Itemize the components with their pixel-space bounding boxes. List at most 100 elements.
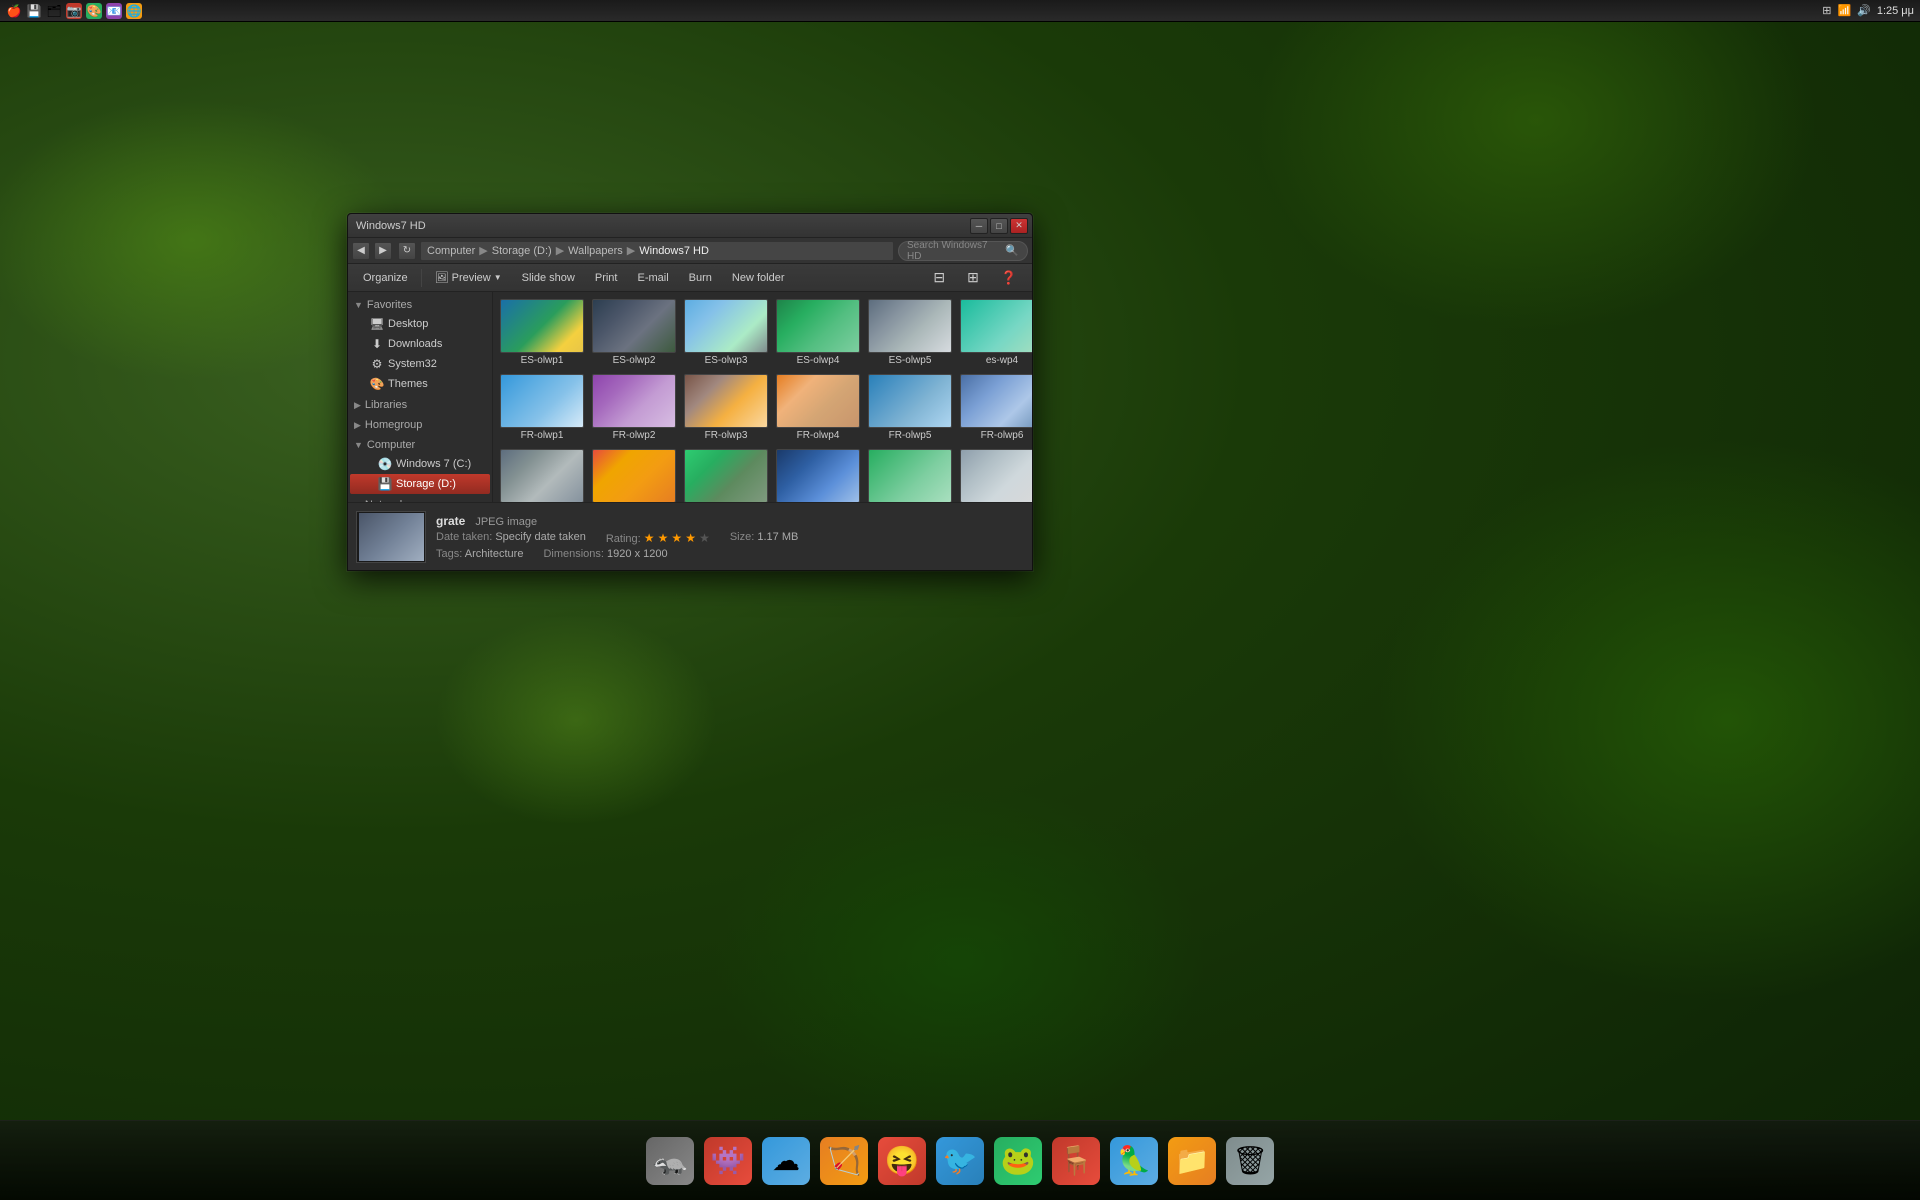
- thumb-img-fr-wp6: [868, 449, 952, 502]
- thumb-img-es-olwp5: [868, 299, 952, 353]
- thumb-fr-wp6[interactable]: fr-wp6: [865, 446, 955, 502]
- new-folder-button[interactable]: New folder: [723, 267, 794, 289]
- thumb-fr-olwp4[interactable]: FR-olwp4: [773, 371, 863, 444]
- star-1[interactable]: ★: [644, 531, 655, 545]
- thumb-fr-wp2[interactable]: fr-wp2: [589, 446, 679, 502]
- homegroup-section: ▶ Homegroup: [348, 416, 492, 434]
- thumb-es-olwp2[interactable]: ES-olwp2: [589, 296, 679, 369]
- star-4[interactable]: ★: [685, 531, 696, 545]
- dimensions-label: Dimensions:: [543, 548, 604, 560]
- thumb-es-olwp1[interactable]: ES-olwp1: [497, 296, 587, 369]
- star-5[interactable]: ★: [699, 531, 710, 545]
- sidebar-item-system32[interactable]: ⚙ System32: [350, 354, 490, 374]
- date-taken-value[interactable]: Specify date taken: [495, 531, 586, 543]
- thumb-es-olwp5[interactable]: ES-olwp5: [865, 296, 955, 369]
- favorites-section: ▼ Favorites 🖥 Desktop ⬇ Downloads ⚙ Syst…: [348, 296, 492, 394]
- dock-cloud[interactable]: ☁: [760, 1135, 812, 1187]
- organize-button[interactable]: Organize: [354, 267, 417, 289]
- thumb-img-es-olwp4: [776, 299, 860, 353]
- thumb-fr-olwp1[interactable]: FR-olwp1: [497, 371, 587, 444]
- refresh-button[interactable]: ↻: [398, 242, 416, 260]
- grid-row-3: fr-wp1 fr-wp2 fr-wp3 fr-wp4 fr-wp6: [497, 446, 1028, 502]
- dock-frog[interactable]: 🐸: [992, 1135, 1044, 1187]
- sidebar-item-themes[interactable]: 🎨 Themes: [350, 374, 490, 394]
- finder-icon[interactable]: 🗂: [46, 3, 62, 19]
- dock-bird[interactable]: 🐦: [934, 1135, 986, 1187]
- status-rating-group: Rating: ★ ★ ★ ★ ★: [606, 531, 710, 545]
- expand-icon[interactable]: ⊞: [1822, 4, 1831, 17]
- thumb-es-olwp3[interactable]: ES-olwp3: [681, 296, 771, 369]
- favorites-header[interactable]: ▼ Favorites: [348, 296, 492, 314]
- star-2[interactable]: ★: [658, 531, 669, 545]
- dock-chair[interactable]: 🪑: [1050, 1135, 1102, 1187]
- print-button[interactable]: Print: [586, 267, 627, 289]
- thumb-fr-olwp2[interactable]: FR-olwp2: [589, 371, 679, 444]
- bird2-icon: 🦜: [1110, 1137, 1158, 1185]
- libraries-header[interactable]: ▶ Libraries: [348, 396, 492, 414]
- sidebar-item-d-drive[interactable]: 💾 Storage (D:): [350, 474, 490, 494]
- slideshow-button[interactable]: Slide show: [513, 267, 584, 289]
- dock-folder[interactable]: 📁: [1166, 1135, 1218, 1187]
- title-bar: Windows7 HD ─ □ ✕: [348, 214, 1032, 238]
- taskbar-top-left: 🍎 💾 🗂 📷 🎨 📧 🌐: [6, 3, 142, 19]
- minimize-button[interactable]: ─: [970, 218, 988, 234]
- sidebar-item-c-drive[interactable]: 💿 Windows 7 (C:): [350, 454, 490, 474]
- dock-arrow[interactable]: 🏹: [818, 1135, 870, 1187]
- thumb-label-es-olwp2: ES-olwp2: [592, 355, 676, 366]
- forward-button[interactable]: ▶: [374, 242, 392, 260]
- help-button[interactable]: ❓: [992, 267, 1026, 289]
- sidebar-item-downloads[interactable]: ⬇ Downloads: [350, 334, 490, 354]
- hdd-icon[interactable]: 💾: [26, 3, 42, 19]
- computer-header[interactable]: ▼ Computer: [348, 436, 492, 454]
- apple-icon[interactable]: 🍎: [6, 3, 22, 19]
- app1-icon[interactable]: 📷: [66, 3, 82, 19]
- status-tags-group: Tags: Architecture: [436, 548, 523, 560]
- slideshow-label: Slide show: [522, 272, 575, 284]
- dock-face[interactable]: 😝: [876, 1135, 928, 1187]
- dock-bird2[interactable]: 🦜: [1108, 1135, 1160, 1187]
- dock-creature[interactable]: 👾: [702, 1135, 754, 1187]
- thumb-fr-olwp5[interactable]: FR-olwp5: [865, 371, 955, 444]
- search-icon[interactable]: 🔍: [1005, 244, 1019, 257]
- email-button[interactable]: E-mail: [628, 267, 677, 289]
- thumb-img-fr-olwp4: [776, 374, 860, 428]
- desktop-label: Desktop: [388, 318, 428, 330]
- thumb-fr-wp1[interactable]: fr-wp1: [497, 446, 587, 502]
- themes-label: Themes: [388, 378, 428, 390]
- app2-icon[interactable]: 🎨: [86, 3, 102, 19]
- maximize-button[interactable]: □: [990, 218, 1008, 234]
- preview-button[interactable]: 🖼 Preview ▼: [426, 267, 511, 289]
- dock-badger[interactable]: 🦡: [644, 1135, 696, 1187]
- thumb-gb-wp1[interactable]: gb-wp1: [957, 446, 1032, 502]
- back-button[interactable]: ◀: [352, 242, 370, 260]
- view-details-button[interactable]: ⊟: [924, 267, 954, 289]
- thumb-img-fr-olwp2: [592, 374, 676, 428]
- search-box[interactable]: Search Windows7 HD 🔍: [898, 241, 1028, 261]
- thumb-fr-olwp3[interactable]: FR-olwp3: [681, 371, 771, 444]
- tags-value[interactable]: Architecture: [465, 548, 524, 560]
- thumb-fr-wp3[interactable]: fr-wp3: [681, 446, 771, 502]
- d-drive-label: Storage (D:): [396, 478, 456, 490]
- thumb-es-olwp4[interactable]: ES-olwp4: [773, 296, 863, 369]
- thumb-label-es-olwp4: ES-olwp4: [776, 355, 860, 366]
- thumb-fr-wp4[interactable]: fr-wp4: [773, 446, 863, 502]
- star-3[interactable]: ★: [671, 531, 682, 545]
- thumb-es-wp4[interactable]: es-wp4: [957, 296, 1032, 369]
- thumb-img-es-olwp3: [684, 299, 768, 353]
- folder-icon: 📁: [1168, 1137, 1216, 1185]
- app4-icon[interactable]: 🌐: [126, 3, 142, 19]
- app3-icon[interactable]: 📧: [106, 3, 122, 19]
- favorites-label: Favorites: [367, 299, 412, 311]
- burn-button[interactable]: Burn: [680, 267, 721, 289]
- computer-arrow: ▼: [354, 440, 363, 450]
- rating-label: Rating:: [606, 533, 641, 545]
- address-path[interactable]: Computer ▶ Storage (D:) ▶ Wallpapers ▶ W…: [420, 241, 894, 261]
- thumb-fr-olwp6[interactable]: FR-olwp6: [957, 371, 1032, 444]
- close-button[interactable]: ✕: [1010, 218, 1028, 234]
- thumb-label-es-olwp5: ES-olwp5: [868, 355, 952, 366]
- thumb-label-es-olwp1: ES-olwp1: [500, 355, 584, 366]
- view-grid-button[interactable]: ⊞: [958, 267, 988, 289]
- homegroup-header[interactable]: ▶ Homegroup: [348, 416, 492, 434]
- dock-trash[interactable]: 🗑: [1224, 1135, 1276, 1187]
- sidebar-item-desktop[interactable]: 🖥 Desktop: [350, 314, 490, 334]
